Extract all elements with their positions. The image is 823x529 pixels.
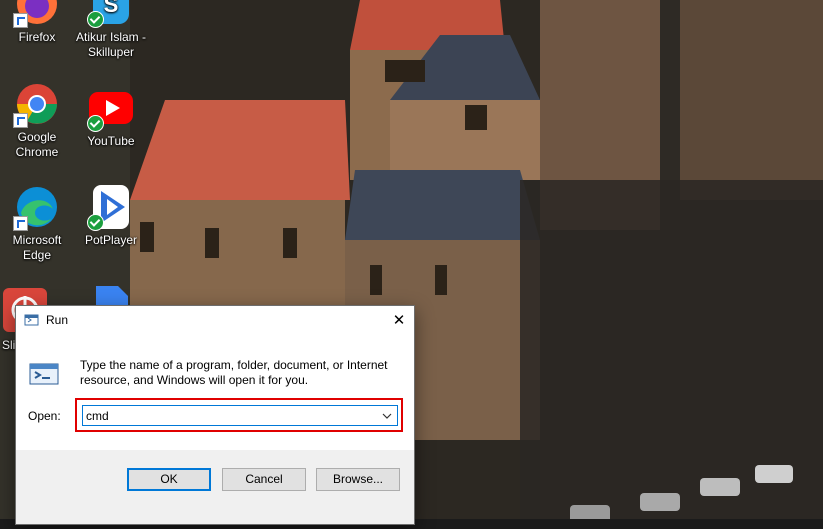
chevron-down-icon[interactable]	[381, 409, 393, 421]
desktop-icon-label: YouTube	[87, 134, 135, 148]
skilluper-icon: S	[87, 0, 135, 28]
open-input[interactable]	[86, 407, 376, 424]
desktop-icon-label: Google Chrome	[15, 130, 59, 159]
firefox-icon	[13, 0, 61, 28]
svg-text:S: S	[104, 0, 119, 17]
sync-check-icon	[87, 214, 104, 231]
run-description: Type the name of a program, folder, docu…	[80, 358, 388, 387]
potplayer-icon	[87, 183, 135, 231]
desktop-icon-skilluper[interactable]: S Atikur Islam - Skilluper	[74, 0, 148, 60]
edge-icon	[13, 183, 61, 231]
desktop-icon-label: Microsoft Edge	[12, 233, 62, 262]
desktop-icon-label: Atikur Islam - Skilluper	[75, 30, 146, 59]
run-program-icon	[28, 358, 60, 390]
desktop-icon-potplayer[interactable]: PotPlayer	[74, 183, 148, 248]
open-label: Open:	[28, 409, 61, 423]
sync-check-icon	[87, 115, 104, 132]
ok-button[interactable]: OK	[127, 468, 211, 491]
desktop-icon-youtube[interactable]: YouTube	[74, 84, 148, 149]
desktop-icon-label: PotPlayer	[84, 233, 138, 247]
chrome-icon	[13, 80, 61, 128]
cancel-button[interactable]: Cancel	[222, 468, 306, 491]
youtube-icon	[87, 84, 135, 132]
shortcut-arrow-icon	[13, 216, 28, 231]
desktop-icon-label: Firefox	[18, 30, 56, 44]
desktop-icon-chrome[interactable]: Google Chrome	[0, 80, 74, 160]
run-titlebar[interactable]: Run ✕	[16, 306, 414, 335]
shortcut-arrow-icon	[13, 13, 28, 28]
desktop-icon-edge[interactable]: Microsoft Edge	[0, 183, 74, 263]
sync-check-icon	[87, 11, 104, 28]
run-dialog: Run ✕ Type the name of a program, folder…	[15, 305, 415, 525]
run-app-icon	[24, 313, 39, 326]
run-title: Run	[46, 313, 69, 327]
open-combobox[interactable]	[82, 405, 398, 426]
browse-button[interactable]: Browse...	[316, 468, 400, 491]
close-icon[interactable]: ✕	[384, 306, 414, 335]
desktop-icon-firefox[interactable]: Firefox	[0, 0, 74, 45]
shortcut-arrow-icon	[13, 113, 28, 128]
